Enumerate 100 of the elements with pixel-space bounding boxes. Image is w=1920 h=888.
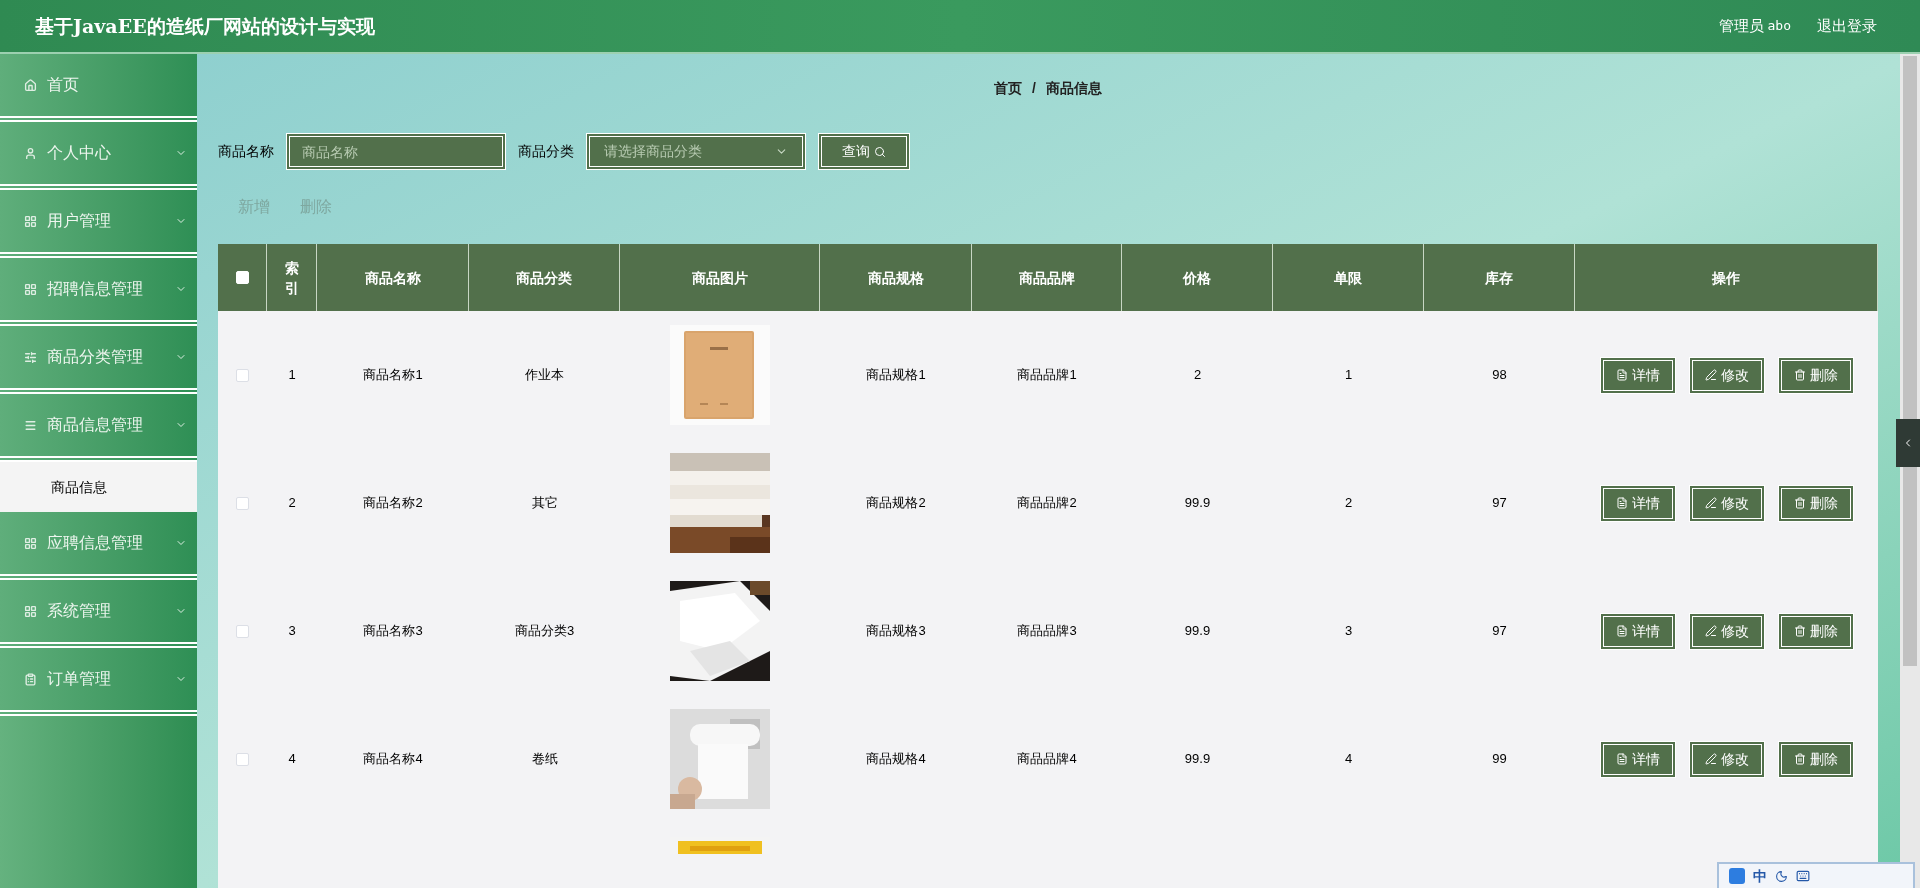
trash-icon — [1793, 625, 1806, 637]
sidebar-item[interactable]: 商品信息管理 — [0, 394, 197, 462]
logout-link[interactable]: 退出登录 — [1817, 14, 1877, 38]
table-cell-text: 作业本 — [525, 366, 564, 385]
table-cell-text: 2 — [1344, 494, 1353, 513]
sidebar-item[interactable]: 应聘信息管理 — [0, 512, 197, 580]
delete-button[interactable]: 删除 — [1777, 356, 1854, 394]
trash-icon — [1793, 753, 1806, 765]
table-cell-text: 3 — [288, 622, 296, 641]
delete-button[interactable]: 删除 — [1777, 484, 1854, 522]
collapse-tab[interactable] — [1896, 419, 1920, 467]
table-cell-text: 2 — [288, 494, 296, 513]
sidebar-item[interactable]: 订单管理 — [0, 648, 197, 716]
checkbox[interactable] — [236, 496, 249, 510]
table-cell-text: 98 — [1492, 366, 1507, 385]
breadcrumb-item: 商品信息 — [1045, 79, 1102, 98]
table-cell-text: 商品分类3 — [514, 622, 575, 641]
category-select[interactable]: 请选择商品分类 — [586, 133, 806, 170]
sidebar-item[interactable]: 招聘信息管理 — [0, 258, 197, 326]
q-logo-icon — [1729, 868, 1745, 884]
pencil-icon — [1704, 497, 1717, 509]
keyboard-icon[interactable] — [1796, 869, 1810, 883]
table-cell-text: 97 — [1492, 622, 1507, 641]
column-header: 索引 — [283, 258, 300, 298]
table-cell-text: 1 — [1344, 366, 1353, 385]
field-label: 商品名称 — [218, 142, 274, 161]
table-cell-text: 商品规格3 — [866, 622, 926, 641]
table-cell-text: 商品品牌2 — [1017, 494, 1077, 513]
column-header: 商品分类 — [516, 268, 572, 288]
sliders-icon — [24, 350, 37, 364]
table-cell-text: 商品名称3 — [363, 622, 423, 641]
sidebar-item[interactable]: 系统管理 — [0, 580, 197, 648]
clipboard-icon — [24, 672, 37, 686]
document-icon — [1615, 369, 1628, 381]
column-header: 商品规格 — [867, 268, 924, 288]
pencil-icon — [1704, 369, 1717, 381]
table-cell-text: 3 — [1344, 622, 1353, 641]
pencil-icon — [1704, 625, 1717, 637]
table-cell-text: 99 — [1492, 750, 1507, 769]
column-header: 操作 — [1712, 268, 1740, 288]
query-button[interactable]: 查询 — [818, 133, 910, 170]
grid-icon — [24, 282, 37, 296]
product-name-field[interactable]: 商品名称 — [286, 133, 506, 170]
edit-button[interactable]: 修改 — [1688, 740, 1765, 778]
table-cell-text: 商品品牌3 — [1017, 622, 1077, 641]
moon-icon[interactable] — [1775, 869, 1788, 883]
table-cell-text: 其它 — [531, 494, 558, 513]
details-button[interactable]: 详情 — [1599, 612, 1676, 650]
document-icon — [1615, 497, 1628, 509]
column-header: 库存 — [1485, 268, 1513, 288]
grid-icon — [24, 214, 37, 228]
checkbox[interactable] — [236, 368, 249, 382]
sidebar-item[interactable]: 商品分类管理 — [0, 326, 197, 394]
table-cell-text: 商品规格4 — [866, 750, 926, 769]
breadcrumb-item[interactable]: 首页 — [994, 78, 1023, 99]
sidebar-item[interactable]: 个人中心 — [0, 122, 197, 190]
edit-button[interactable]: 修改 — [1688, 356, 1765, 394]
checkbox[interactable] — [236, 624, 249, 638]
table-cell-text: 商品名称2 — [363, 494, 423, 513]
delete-button[interactable]: 删除 — [1777, 740, 1854, 778]
grid-icon — [24, 536, 37, 550]
table-cell-text: 卷纸 — [531, 750, 558, 769]
edit-button[interactable]: 修改 — [1688, 612, 1765, 650]
column-header: 单限 — [1334, 268, 1362, 288]
username: abo — [1767, 17, 1791, 36]
table-cell-text: 1 — [288, 366, 296, 385]
details-button[interactable]: 详情 — [1599, 484, 1676, 522]
document-icon — [1615, 753, 1628, 765]
details-button[interactable]: 详情 — [1599, 356, 1676, 394]
scrollbar[interactable] — [1900, 54, 1920, 888]
document-icon — [1615, 625, 1628, 637]
trash-icon — [1793, 497, 1806, 509]
table-cell-text: 商品品牌1 — [1017, 366, 1077, 385]
details-button[interactable]: 详情 — [1599, 740, 1676, 778]
column-header: 价格 — [1183, 268, 1211, 288]
table-cell-text: 99.9 — [1184, 622, 1211, 641]
sidebar-item[interactable]: 用户管理 — [0, 190, 197, 258]
grid-icon — [24, 604, 37, 618]
table-cell-text: 商品品牌4 — [1017, 750, 1077, 769]
table-cell-text: 99.9 — [1184, 750, 1211, 769]
delete-button[interactable]: 删除 — [1777, 612, 1854, 650]
checkbox[interactable] — [236, 752, 249, 766]
menu-icon — [24, 418, 37, 432]
breadcrumb-separator: / — [1032, 79, 1036, 98]
field-label: 商品分类 — [518, 142, 574, 161]
table-cell-text: 99.9 — [1184, 494, 1211, 513]
search-icon — [874, 145, 886, 158]
table-cell-text: 商品规格1 — [866, 366, 926, 385]
sidebar-item[interactable]: 首页 — [0, 54, 197, 122]
table-cell-text: 2 — [1193, 366, 1202, 385]
column-header: 商品名称 — [364, 268, 421, 288]
user-icon — [24, 146, 37, 160]
table-cell-text: 商品规格2 — [866, 494, 926, 513]
table-cell-text: 商品名称1 — [363, 366, 423, 385]
site-title: 基于JavaEE的造纸厂网站的设计与实现 — [35, 13, 375, 39]
submenu-item[interactable]: 商品信息 — [0, 462, 197, 512]
column-header: 商品品牌 — [1018, 268, 1075, 288]
pencil-icon — [1704, 753, 1717, 765]
edit-button[interactable]: 修改 — [1688, 484, 1765, 522]
input-mode[interactable]: 中 — [1753, 865, 1767, 887]
